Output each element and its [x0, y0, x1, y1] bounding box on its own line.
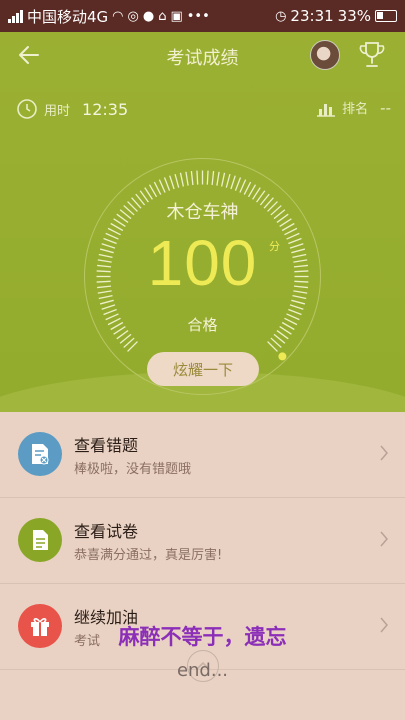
list-item-exam-paper[interactable]: 查看试卷 恭喜满分通过，真是厉害! — [0, 498, 405, 584]
dial-tick — [153, 181, 162, 195]
lock-icon: ⌂ — [158, 8, 167, 24]
rank-label: 排名 — [342, 102, 369, 117]
dial-tick — [243, 181, 252, 195]
dial-tick — [206, 170, 209, 185]
chevron-right-icon — [380, 531, 388, 547]
dial-tick — [174, 173, 180, 188]
dial-tick — [220, 172, 226, 187]
end-caption: end... — [176, 660, 229, 681]
wechat-icon: ● — [142, 8, 155, 24]
dial-progress-marker — [278, 352, 287, 361]
pass-status: 合格 — [187, 316, 218, 334]
time-used-row: 用时 12:35 — [16, 98, 128, 120]
trophy-icon[interactable] — [358, 40, 386, 70]
dial-tick — [185, 171, 189, 186]
dial-tick — [169, 175, 175, 190]
share-button[interactable]: 炫耀一下 — [147, 352, 259, 386]
dial-tick — [230, 175, 236, 190]
rank-row: 排名 -- — [316, 98, 391, 117]
app-notification-icon: ◎ — [127, 8, 139, 24]
dial-tick — [234, 177, 242, 191]
list-item-subtitle: 恭喜满分通过，真是厉害! — [74, 548, 223, 563]
dial-tick — [291, 299, 306, 305]
bar-chart-icon — [317, 103, 336, 117]
watermark-caption: 麻醉不等于，遗忘 — [118, 625, 287, 649]
dial-tick — [216, 171, 220, 186]
battery-percent: 33% — [337, 7, 371, 25]
list-item-title: 查看错题 — [74, 436, 139, 455]
dial-tick — [196, 170, 199, 185]
user-name: 木仓车神 — [166, 202, 239, 223]
clock-label: 23:31 — [290, 7, 334, 25]
dial-tick — [225, 173, 231, 188]
dial-tick — [163, 177, 171, 191]
list-item-title: 查看试卷 — [74, 522, 139, 541]
carrier-label: 中国移动4G — [27, 7, 109, 26]
dial-tick — [211, 171, 215, 186]
clock-icon — [17, 99, 37, 119]
dial-tick — [99, 299, 114, 305]
dial-tick — [158, 179, 166, 193]
battery-icon — [375, 10, 397, 22]
page-title: 考试成绩 — [166, 48, 239, 69]
rank-value: -- — [380, 98, 391, 117]
dial-tick — [148, 184, 158, 198]
signal-icon — [8, 9, 23, 23]
dial-tick — [289, 304, 304, 310]
time-used-value: 12:35 — [82, 99, 129, 119]
more-notifications-icon: ••• — [186, 8, 210, 24]
exam-paper-icon — [18, 518, 62, 562]
dial-tick — [101, 304, 116, 310]
score-value: 100 — [147, 227, 258, 299]
list-item-subtitle: 棒极啦，没有错题哦 — [74, 462, 192, 477]
avatar[interactable] — [310, 40, 340, 70]
score-unit: 分 — [269, 240, 280, 253]
score-header: 考试成绩 用时 12:35 排名 -- 木仓车神 100 分 合格 炫耀一下 — [0, 32, 405, 412]
list-item-wrong-questions[interactable]: 查看错题 棒极啦，没有错题哦 — [0, 412, 405, 498]
chevron-right-icon — [380, 445, 388, 461]
dial-tick — [239, 179, 247, 193]
status-bar: 中国移动4G ◠ ◎ ● ⌂ ▣ ••• ◷ 23:31 33% — [0, 0, 405, 32]
wifi-icon: ◠ — [112, 8, 124, 24]
dial-tick — [190, 171, 194, 186]
alarm-icon: ◷ — [275, 8, 287, 24]
dial-tick — [247, 184, 257, 198]
gallery-icon: ▣ — [170, 8, 183, 24]
time-used-label: 用时 — [44, 103, 71, 119]
dial-tick — [179, 172, 185, 187]
wrong-questions-icon — [18, 432, 62, 476]
